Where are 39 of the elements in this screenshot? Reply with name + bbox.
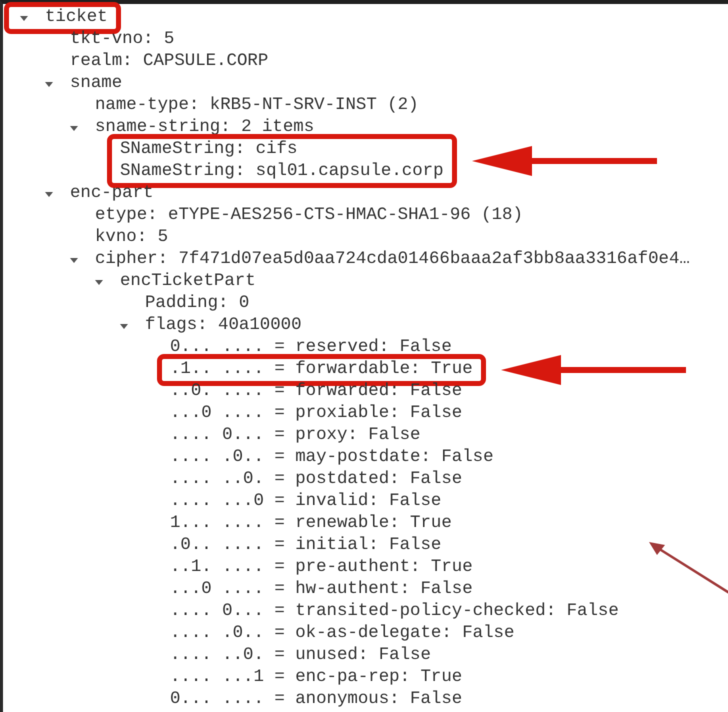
tree-item-label[interactable]: .0.. .... = initial: False bbox=[170, 535, 442, 557]
tree-item-label[interactable]: ..1. .... = pre-authent: True bbox=[170, 557, 473, 579]
tree-item-label[interactable]: name-type: kRB5-NT-SRV-INST (2) bbox=[95, 95, 419, 117]
expanded-caret-icon[interactable] bbox=[69, 123, 79, 133]
tree-item-label[interactable]: ...0 .... = hw-authent: False bbox=[170, 579, 473, 601]
tree-item-label[interactable]: .... 0... = proxy: False bbox=[170, 425, 420, 447]
tree-item-label[interactable]: .... .0.. = ok-as-delegate: False bbox=[170, 623, 514, 645]
tree-item-label[interactable]: Padding: 0 bbox=[145, 293, 250, 315]
tree-item-label[interactable]: 1... .... = renewable: True bbox=[170, 513, 452, 535]
tree-item-label[interactable]: sname-string: 2 items bbox=[95, 117, 314, 139]
tree-item-label[interactable]: cipher: 7f471d07ea5d0aa724cda01466baaa2af3bb8aa3316af0e4… bbox=[95, 249, 690, 271]
tree-item-label[interactable]: encTicketPart bbox=[120, 271, 256, 293]
tree-item-label[interactable]: .... ...1 = enc-pa-rep: True bbox=[170, 667, 462, 689]
expanded-caret-icon[interactable] bbox=[44, 79, 54, 89]
tree-item-label[interactable]: SNameString: cifs bbox=[120, 139, 298, 161]
tree-item-label[interactable]: sname bbox=[70, 73, 122, 95]
tree-item-label[interactable]: .... ...0 = invalid: False bbox=[170, 491, 442, 513]
tree-item-label[interactable]: 0... .... = anonymous: False bbox=[170, 689, 462, 711]
expanded-caret-icon[interactable] bbox=[69, 255, 79, 265]
tree-item-label[interactable]: 0... .... = reserved: False bbox=[170, 337, 452, 359]
tree-item-label[interactable]: tkt-vno: 5 bbox=[70, 29, 174, 51]
tree-item-label[interactable]: .1.. .... = forwardable: True bbox=[170, 359, 473, 381]
tree-item-label[interactable]: .... .0.. = may-postdate: False bbox=[170, 447, 494, 469]
tree-item-label[interactable]: ...0 .... = proxiable: False bbox=[170, 403, 462, 425]
tree-item-label[interactable]: .... ..0. = unused: False bbox=[170, 645, 431, 667]
expanded-caret-icon[interactable] bbox=[44, 189, 54, 199]
expanded-caret-icon[interactable] bbox=[94, 277, 104, 287]
tree-item-label[interactable]: realm: CAPSULE.CORP bbox=[70, 51, 268, 73]
tree-item-label[interactable]: .... 0... = transited-policy-checked: False bbox=[170, 601, 619, 623]
tree-item-label[interactable]: flags: 40a10000 bbox=[145, 315, 302, 337]
tree-item-label[interactable]: kvno: 5 bbox=[95, 227, 168, 249]
tree-item-label[interactable]: SNameString: sql01.capsule.corp bbox=[120, 161, 444, 183]
expanded-caret-icon[interactable] bbox=[19, 13, 29, 23]
tree-item-label[interactable]: ..0. .... = forwarded: False bbox=[170, 381, 462, 403]
tree-item-label[interactable]: .... ..0. = postdated: False bbox=[170, 469, 462, 491]
tree-item-label[interactable]: enc-part bbox=[70, 183, 154, 205]
tree-item-label[interactable]: etype: eTYPE-AES256-CTS-HMAC-SHA1-96 (18) bbox=[95, 205, 523, 227]
tree-item-label[interactable]: ticket bbox=[45, 7, 108, 29]
expanded-caret-icon[interactable] bbox=[119, 321, 129, 331]
